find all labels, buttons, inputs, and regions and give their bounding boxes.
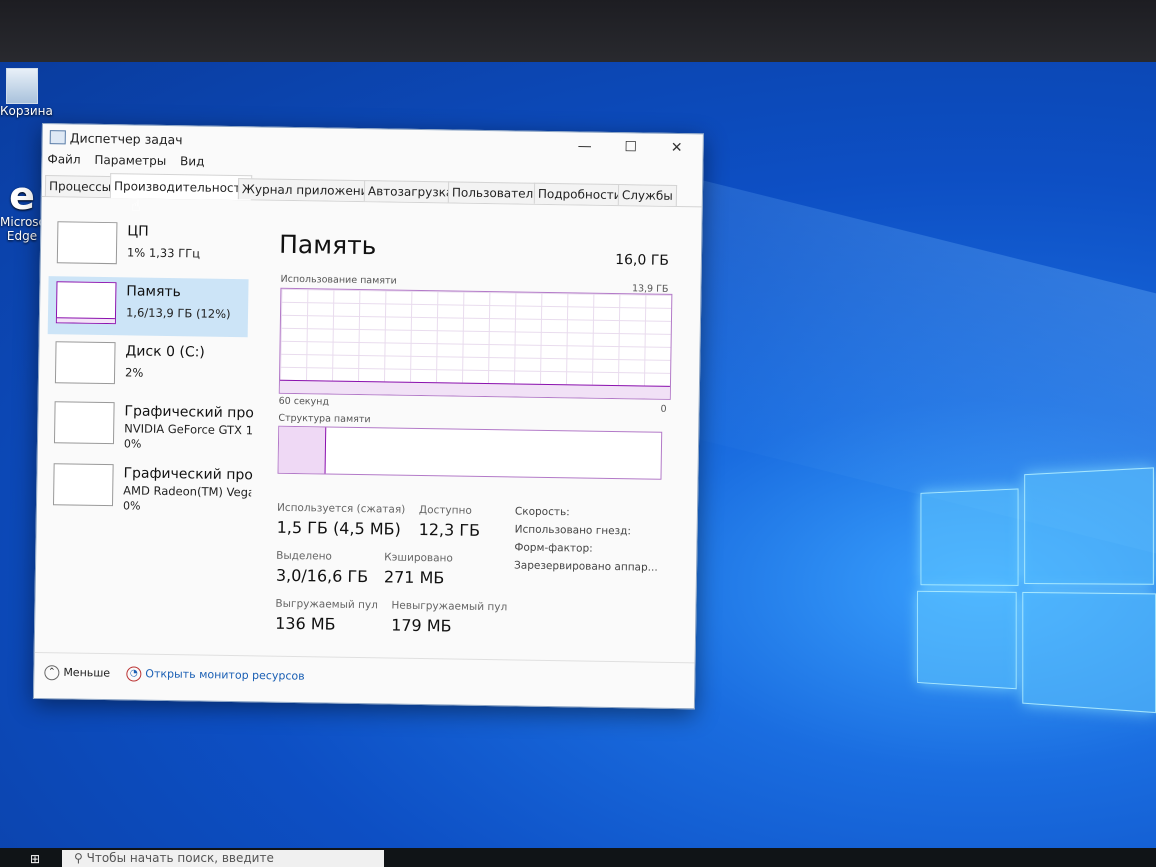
search-icon: ⚲ [74, 851, 87, 865]
open-resource-monitor-link[interactable]: ◔ Открыть монитор ресурсов [126, 666, 305, 684]
sidebar-item-label: Диск 0 (C:) [125, 343, 205, 361]
memory-structure-used [278, 426, 327, 474]
committed-value: 3,0/16,6 ГБ [275, 565, 369, 587]
tab-details[interactable]: Подробности [533, 182, 626, 206]
sidebar-item-label: Графический про [124, 403, 254, 422]
structure-label: Структура памяти [278, 412, 371, 426]
cached-label: Кэшировано [384, 551, 453, 565]
resource-monitor-icon: ◔ [126, 666, 142, 682]
taskbar-search-box[interactable]: ⚲ Чтобы начать поиск, введите [62, 850, 384, 867]
maximize-button[interactable]: ☐ [609, 135, 653, 160]
sidebar-item-gpu-nvidia[interactable]: Графический про NVIDIA GeForce GTX 16 0% [46, 396, 254, 457]
available-value: 12,3 ГБ [418, 519, 481, 540]
cached-value: 271 МБ [383, 567, 445, 588]
task-manager-icon [49, 130, 66, 145]
spec-form-factor: Форм-фактор: [514, 541, 593, 555]
windows-logo-wallpaper [914, 444, 1156, 714]
sidebar-item-label: Графический про [123, 465, 253, 484]
monitor-bezel [0, 0, 1156, 70]
sidebar-item-value: 1,6/13,9 ГБ (12%) [125, 305, 231, 321]
memory-structure-bar[interactable] [277, 425, 663, 480]
sidebar-item-memory[interactable]: Память 1,6/13,9 ГБ (12%) [47, 276, 249, 338]
chevron-up-icon: ⌃ [44, 665, 60, 681]
paged-pool-value: 136 МБ [275, 613, 336, 634]
edge-shortcut[interactable]: e Microsoft Edge [0, 174, 55, 243]
nonpaged-pool-label: Невыгружаемый пул [391, 599, 508, 614]
taskbar-search-placeholder: Чтобы начать поиск, введите [86, 851, 274, 865]
usage-graph-label: Использование памяти [280, 273, 397, 287]
tab-users[interactable]: Пользователи [447, 181, 546, 204]
memory-total: 16,0 ГБ [615, 252, 670, 269]
memory-usage-fill [279, 379, 670, 399]
menu-file[interactable]: Файл [47, 152, 80, 167]
edge-label-line1: Microsoft [0, 215, 55, 229]
edge-icon: e [9, 174, 35, 218]
sidebar-item-label: Память [126, 283, 181, 301]
recycle-bin-icon [6, 68, 38, 104]
in-use-value: 1,5 ГБ (4,5 МБ) [276, 517, 401, 539]
footer-bar: ⌃ Меньше ◔ Открыть монитор ресурсов [34, 651, 695, 694]
edge-label-line2: Edge [6, 229, 38, 243]
spec-reserved: Зарезервировано аппар... [514, 559, 658, 574]
sidebar-item-model: NVIDIA GeForce GTX 16 [124, 421, 253, 438]
taskbar: ⊞ ⚲ Чтобы начать поиск, введите [0, 848, 1156, 867]
disk-mini-graph [54, 341, 116, 385]
menu-options[interactable]: Параметры [94, 153, 166, 168]
memory-mini-graph [55, 281, 117, 325]
gpu-mini-graph [53, 401, 115, 445]
spec-speed: Скорость: [514, 505, 570, 519]
sidebar-item-label: ЦП [127, 223, 149, 240]
close-button[interactable]: ✕ [655, 136, 699, 161]
sidebar-item-gpu-amd[interactable]: Графический про AMD Radeon(TM) Vega 0% [45, 458, 253, 519]
recycle-bin-shortcut[interactable]: Корзина [0, 68, 53, 118]
page-title: Память [278, 229, 377, 261]
performance-sidebar: ЦП 1% 1,33 ГГц Память 1,6/13,9 ГБ (12%) … [35, 196, 254, 639]
spec-slots: Использовано гнезд: [514, 523, 632, 538]
nonpaged-pool-value: 179 МБ [391, 615, 452, 636]
tab-app-history[interactable]: Журнал приложений [237, 178, 381, 202]
hand-cursor-icon: ☝ [131, 196, 141, 215]
sidebar-item-value: 1% 1,33 ГГц [126, 245, 201, 261]
cpu-mini-graph [56, 221, 118, 265]
menu-view[interactable]: Вид [180, 154, 205, 168]
resource-monitor-label: Открыть монитор ресурсов [145, 667, 305, 683]
fewer-details-button[interactable]: ⌃ Меньше [44, 665, 110, 681]
tab-services[interactable]: Службы [617, 184, 677, 206]
window-title: Диспетчер задач [69, 130, 183, 148]
graph-zero-label: 0 [660, 403, 667, 415]
paged-pool-label: Выгружаемый пул [275, 597, 378, 612]
fewer-details-label: Меньше [63, 665, 111, 680]
sidebar-item-model: AMD Radeon(TM) Vega [123, 483, 252, 500]
sidebar-item-disk[interactable]: Диск 0 (C:) 2% [47, 336, 248, 397]
memory-detail-panel: Память 16,0 ГБ Использование памяти 13,9… [265, 200, 692, 647]
tab-startup[interactable]: Автозагрузка [363, 180, 458, 203]
sidebar-item-value: 2% [124, 365, 144, 380]
graph-time-label: 60 секунд [278, 395, 330, 408]
minimize-button[interactable]: — [563, 134, 607, 159]
sidebar-item-value: 0% [122, 499, 141, 513]
tab-processes[interactable]: Процессы [44, 175, 116, 198]
gpu-mini-graph [52, 463, 114, 507]
available-label: Доступно [418, 503, 472, 517]
sidebar-item-cpu[interactable]: ЦП 1% 1,33 ГГц [49, 216, 250, 277]
start-button[interactable]: ⊞ [30, 852, 44, 866]
sidebar-item-value: 0% [123, 437, 142, 451]
committed-label: Выделено [276, 549, 333, 563]
recycle-bin-label: Корзина [0, 104, 53, 118]
memory-usage-graph [278, 287, 673, 400]
in-use-label: Используется (сжатая) [276, 501, 406, 516]
